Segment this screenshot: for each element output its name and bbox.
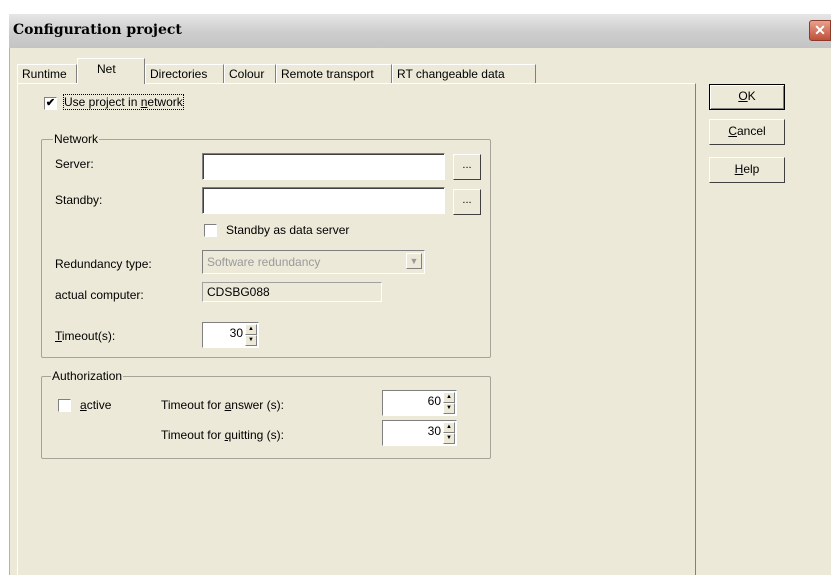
authorization-active-label[interactable]: active <box>80 398 111 412</box>
close-icon: ✕ <box>814 22 826 38</box>
spin-arrows: ▲ ▼ <box>443 422 455 444</box>
spin-arrows: ▲ ▼ <box>443 392 455 414</box>
tab-runtime-label: Runtime <box>22 67 67 81</box>
spin-up-icon[interactable]: ▲ <box>443 422 455 433</box>
tab-runtime[interactable]: Runtime <box>17 64 77 84</box>
spin-down-icon[interactable]: ▼ <box>443 433 455 444</box>
label-mnemonic: C <box>728 124 737 138</box>
redundancy-type-label: Redundancy type: <box>55 257 152 271</box>
ok-button[interactable]: OK <box>709 84 785 110</box>
timeout-answer-label: Timeout for answer (s): <box>161 398 284 412</box>
redundancy-type-value: Software redundancy <box>207 255 321 269</box>
authorization-group-legend: Authorization <box>51 369 124 383</box>
standby-label: Standby: <box>55 193 103 207</box>
tab-colour[interactable]: Colour <box>224 64 276 84</box>
cancel-button[interactable]: Cancel <box>709 119 785 145</box>
spin-down-icon[interactable]: ▼ <box>245 335 257 346</box>
close-button[interactable]: ✕ <box>809 20 831 41</box>
timeout-quitting-value: 30 <box>427 424 441 438</box>
timeout-spinner[interactable]: 30 ▲ ▼ <box>202 322 259 348</box>
label-part: ancel <box>736 124 766 138</box>
title-bar[interactable]: Configuration project <box>9 14 831 48</box>
spin-up-icon[interactable]: ▲ <box>245 324 257 335</box>
tab-remote-transport[interactable]: Remote transport <box>276 64 392 84</box>
label-part: Timeout for <box>161 398 225 412</box>
server-input[interactable] <box>202 153 445 180</box>
label-mnemonic: T <box>55 329 62 343</box>
timeout-quitting-spinner[interactable]: 30 ▲ ▼ <box>382 420 457 446</box>
network-group-legend: Network <box>53 132 100 146</box>
label-part: K <box>747 89 756 103</box>
timeout-quitting-label: Timeout for quitting (s): <box>161 428 284 442</box>
authorization-group <box>41 376 491 459</box>
spin-arrows: ▲ ▼ <box>245 324 257 346</box>
timeout-answer-spinner[interactable]: 60 ▲ ▼ <box>382 390 457 416</box>
use-project-in-network-checkbox[interactable]: ✔ <box>44 97 57 110</box>
tab-colour-label: Colour <box>229 67 265 81</box>
actual-computer-value: CDSBG088 <box>202 282 382 302</box>
label-mnemonic: O <box>738 89 748 103</box>
label-part: imeout(s): <box>61 329 116 343</box>
help-button[interactable]: Help <box>709 157 785 183</box>
tab-remote-transport-label: Remote transport <box>281 67 374 81</box>
tab-rt-changeable-data[interactable]: RT changeable data <box>392 64 536 84</box>
tab-rt-changeable-data-label: RT changeable data <box>397 67 505 81</box>
standby-browse-button[interactable]: ... <box>453 189 481 215</box>
spin-up-icon[interactable]: ▲ <box>443 392 455 403</box>
timeout-label: Timeout(s): <box>55 329 115 343</box>
standby-as-data-server-checkbox[interactable] <box>204 224 217 237</box>
actual-computer-text: CDSBG088 <box>207 285 270 299</box>
label-part: elp <box>743 162 760 176</box>
browse-label: ... <box>462 194 472 206</box>
standby-as-data-server-label[interactable]: Standby as data server <box>226 223 349 237</box>
server-browse-button[interactable]: ... <box>453 154 481 180</box>
window-title: Configuration project <box>13 22 182 38</box>
label-part: ctive <box>86 398 112 412</box>
label-part: nswer (s): <box>231 398 284 412</box>
actual-computer-label: actual computer: <box>55 288 144 302</box>
authorization-active-checkbox[interactable] <box>58 399 71 412</box>
tab-net-label: Net <box>97 62 116 76</box>
tab-directories[interactable]: Directories <box>145 64 224 84</box>
label-part: Timeout for <box>161 428 225 442</box>
label-part: etwork <box>147 95 183 109</box>
spin-down-icon[interactable]: ▼ <box>443 403 455 414</box>
browse-label: ... <box>462 159 472 171</box>
timeout-value: 30 <box>229 326 243 340</box>
label-part: uitting (s): <box>231 428 284 442</box>
tab-directories-label: Directories <box>150 67 208 81</box>
redundancy-type-select[interactable]: Software redundancy ▼ <box>202 250 425 274</box>
tab-net[interactable]: Net <box>77 58 145 84</box>
standby-input[interactable] <box>202 187 445 214</box>
checkmark-icon: ✔ <box>45 97 56 109</box>
label-mnemonic: a <box>80 398 87 412</box>
label-part: Use project in <box>64 95 141 109</box>
server-label: Server: <box>55 157 94 171</box>
dropdown-arrow-icon[interactable]: ▼ <box>406 253 422 269</box>
timeout-answer-value: 60 <box>427 394 441 408</box>
use-project-in-network-label[interactable]: Use project in network <box>63 94 184 110</box>
